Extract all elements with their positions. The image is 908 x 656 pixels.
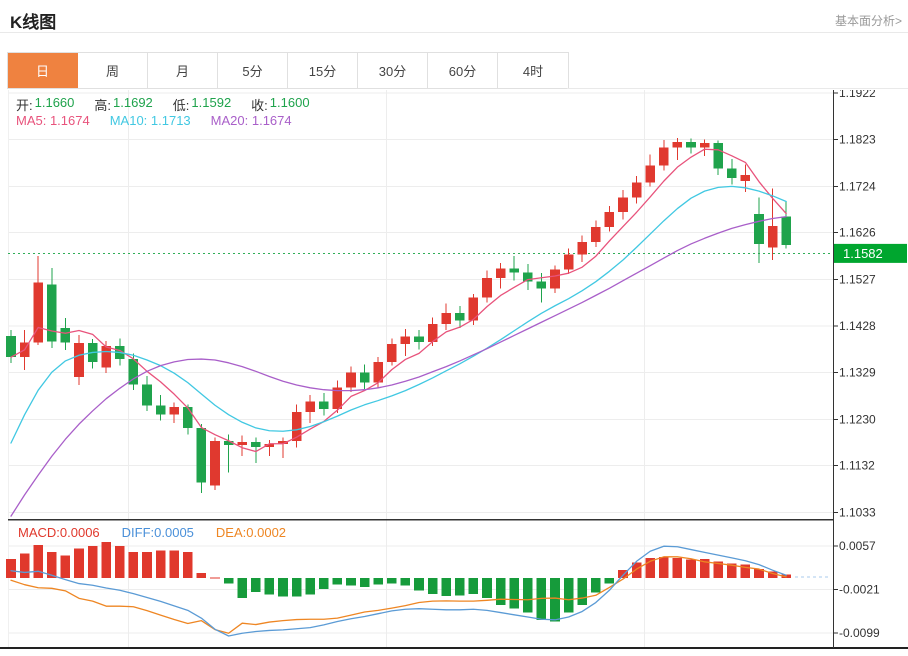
tab-day[interactable]: 日	[8, 53, 78, 88]
tab-week[interactable]: 周	[78, 53, 148, 88]
kline-chart-area[interactable]: 1.1922 1.1823 1.1724 1.1626 1.1527 1.1428 1.13…	[0, 86, 908, 651]
svg-text:1.1033: 1.1033	[839, 505, 876, 519]
svg-text:1.1527: 1.1527	[839, 272, 876, 286]
tab-month[interactable]: 月	[148, 53, 218, 88]
header-divider	[0, 32, 908, 33]
svg-text:0.0057: 0.0057	[839, 539, 876, 553]
svg-text:-0.0021: -0.0021	[839, 583, 880, 597]
tab-60min[interactable]: 60分	[428, 53, 498, 88]
svg-text:1.1922: 1.1922	[839, 90, 876, 100]
interval-tabbar: 日 周 月 5分 15分 30分 60分 4时	[7, 52, 569, 89]
tab-30min[interactable]: 30分	[358, 53, 428, 88]
tab-5min[interactable]: 5分	[218, 53, 288, 88]
svg-text:1.1428: 1.1428	[839, 319, 876, 333]
svg-text:-0.0099: -0.0099	[839, 626, 880, 640]
fundamental-analysis-link[interactable]: 基本面分析>	[835, 12, 902, 29]
tab-4hour[interactable]: 4时	[498, 53, 568, 88]
svg-text:1.1626: 1.1626	[839, 226, 876, 240]
svg-text:1.1823: 1.1823	[839, 133, 876, 147]
tabbar-baseline	[567, 88, 908, 89]
svg-text:1.1230: 1.1230	[839, 412, 876, 426]
tab-15min[interactable]: 15分	[288, 53, 358, 88]
svg-text:1.1329: 1.1329	[839, 366, 876, 380]
kline-chart-svg[interactable]: 1.1922 1.1823 1.1724 1.1626 1.1527 1.1428 1.13…	[0, 86, 908, 651]
svg-text:1.1132: 1.1132	[839, 459, 875, 473]
current-price-badge: 1.1582	[843, 246, 883, 261]
page-title: K线图	[10, 13, 57, 32]
svg-text:1.1724: 1.1724	[839, 179, 876, 193]
